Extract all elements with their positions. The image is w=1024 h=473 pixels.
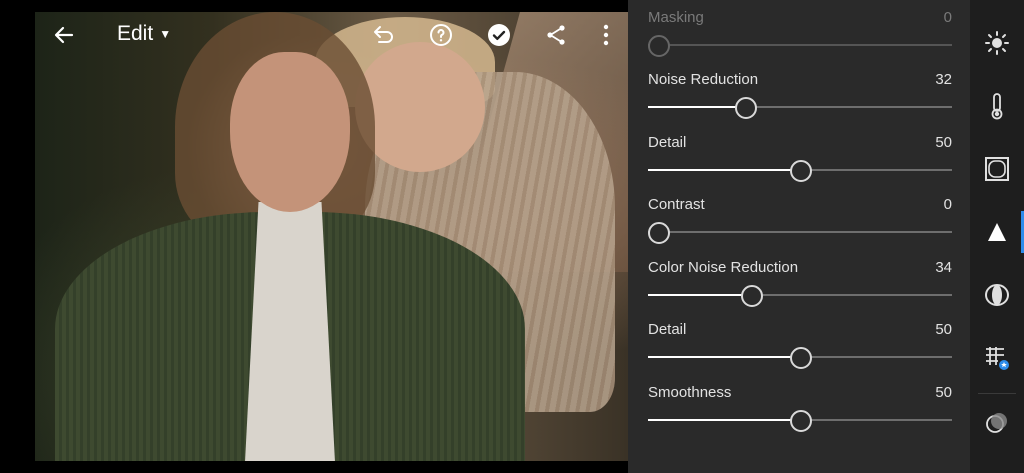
slider-thumb[interactable]: [735, 97, 758, 119]
arrow-left-icon[interactable]: [51, 22, 77, 48]
photo-shirt-shape: [245, 202, 335, 461]
slider-thumb[interactable]: [790, 410, 812, 432]
contrast-slider[interactable]: [648, 222, 952, 244]
slider-label: Color Noise Reduction: [648, 259, 799, 276]
photo-face-shape: [230, 52, 350, 212]
tool-rail: [970, 0, 1024, 473]
slider-thumb[interactable]: [648, 222, 670, 244]
light-icon[interactable]: [982, 28, 1012, 58]
slider-fill: [648, 169, 800, 171]
slider-fill: [648, 356, 800, 358]
slider-thumb[interactable]: [790, 160, 812, 182]
slider-value: 50: [935, 134, 952, 151]
slider-value: 0: [943, 9, 952, 26]
checkmark-circle-icon[interactable]: [486, 22, 512, 48]
versions-icon[interactable]: [982, 408, 1012, 438]
color-detail-slider-row: Detail 50: [648, 321, 952, 377]
optics-icon[interactable]: [982, 280, 1012, 310]
slider-label: Smoothness: [648, 384, 732, 401]
slider-value: 0: [943, 196, 952, 213]
help-icon[interactable]: [428, 22, 454, 48]
noise-detail-slider[interactable]: [648, 160, 952, 182]
slider-label: Noise Reduction: [648, 71, 759, 88]
smoothness-slider[interactable]: [648, 410, 952, 432]
geometry-icon[interactable]: [982, 343, 1012, 373]
slider-value: 32: [935, 71, 952, 88]
slider-track: [648, 231, 952, 233]
slider-track: [648, 44, 952, 46]
rail-divider: [978, 393, 1016, 394]
color-detail-slider[interactable]: [648, 347, 952, 369]
detail-icon[interactable]: [982, 217, 1012, 247]
share-icon[interactable]: [543, 22, 569, 48]
chevron-down-icon: ▼: [159, 27, 172, 41]
slider-value: 34: [935, 259, 952, 276]
undo-icon[interactable]: [370, 22, 396, 48]
top-toolbar: Edit ▼: [35, 12, 628, 56]
color-temperature-icon[interactable]: [982, 91, 1012, 121]
slider-label: Detail: [648, 321, 687, 338]
smoothness-slider-row: Smoothness 50: [648, 384, 952, 440]
slider-thumb[interactable]: [648, 35, 670, 57]
slider-value: 50: [935, 384, 952, 401]
slider-fill: [648, 294, 752, 296]
slider-fill: [648, 419, 800, 421]
slider-fill: [648, 106, 746, 108]
color-noise-reduction-slider-row: Color Noise Reduction 34: [648, 259, 952, 315]
noise-detail-slider-row: Detail 50: [648, 134, 952, 190]
noise-reduction-slider[interactable]: [648, 97, 952, 119]
color-noise-reduction-slider[interactable]: [648, 285, 952, 307]
masking-slider-row: Masking 0: [648, 9, 952, 65]
slider-label: Masking: [648, 9, 704, 26]
photo-preview[interactable]: [35, 12, 628, 461]
edit-menu-dropdown[interactable]: Edit ▼: [117, 22, 171, 46]
effects-icon[interactable]: [982, 154, 1012, 184]
slider-label: Contrast: [648, 196, 705, 213]
edit-menu-label: Edit: [117, 22, 154, 45]
slider-thumb[interactable]: [741, 285, 764, 307]
more-vertical-icon[interactable]: [593, 22, 619, 48]
masking-slider[interactable]: [648, 35, 952, 57]
slider-thumb[interactable]: [790, 347, 812, 369]
contrast-slider-row: Contrast 0: [648, 196, 952, 252]
noise-reduction-slider-row: Noise Reduction 32: [648, 71, 952, 127]
slider-value: 50: [935, 321, 952, 338]
slider-label: Detail: [648, 134, 687, 151]
detail-panel: Masking 0 Noise Reduction 32 Detail 50 C…: [628, 0, 970, 473]
